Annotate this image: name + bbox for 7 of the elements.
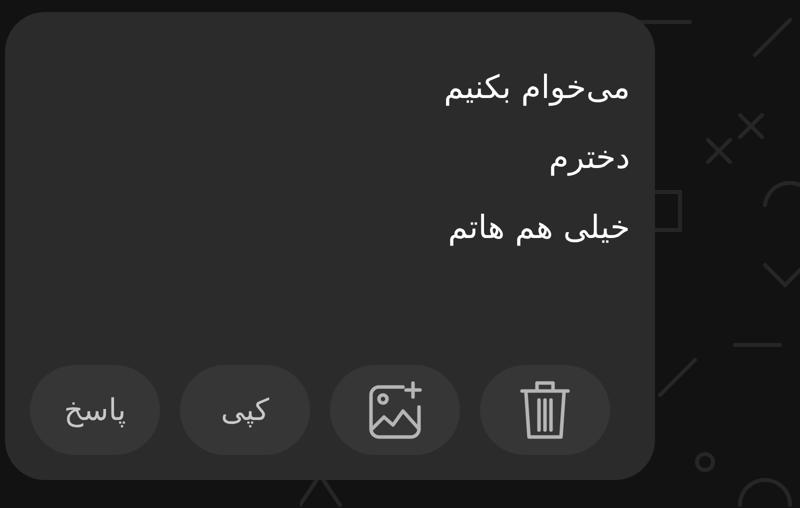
message-text: خیلی هم هاتم [448,207,630,247]
trash-icon [520,380,570,440]
message-text: دخترم [548,137,630,177]
action-button[interactable]: کپی [180,365,310,455]
message-text: می‌خوام بکنیم [444,67,630,107]
action-button[interactable]: پاسخ [30,365,160,455]
add-image-icon [367,381,423,439]
